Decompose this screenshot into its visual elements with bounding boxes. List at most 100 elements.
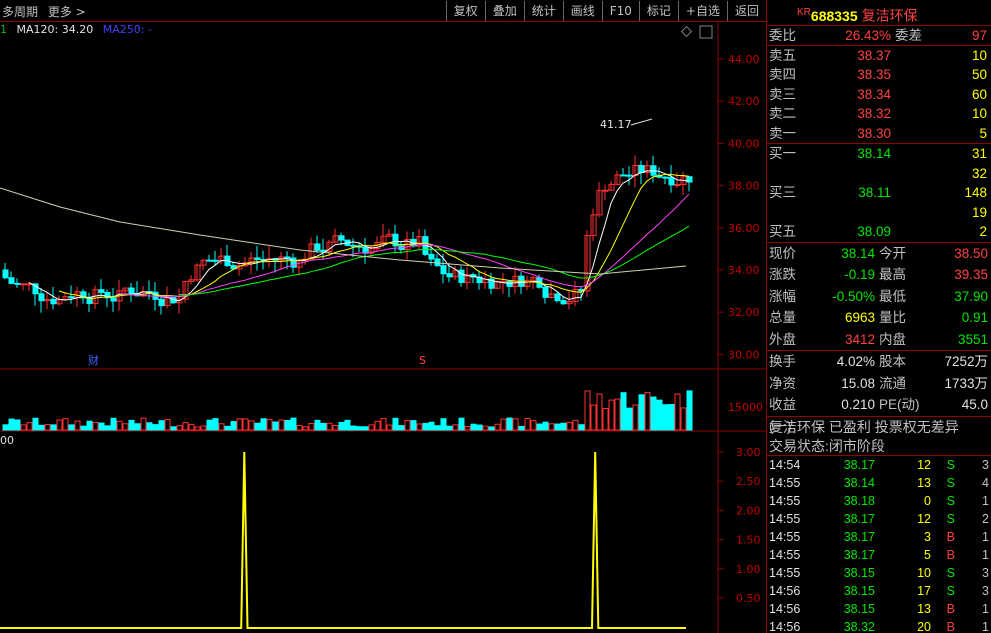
volume-bar — [326, 422, 333, 431]
period-menu[interactable]: 多周期 — [2, 5, 38, 19]
weibi-label: 委比 — [769, 28, 796, 43]
fund-value: 45.0 — [961, 397, 988, 412]
stat-value: 38.14 — [841, 245, 875, 261]
volume-bar — [320, 422, 327, 431]
ask-row[interactable]: 卖五 38.37 10 — [767, 46, 991, 66]
price-tick: 38.00 — [728, 180, 760, 193]
indicator-tick: 2.00 — [736, 504, 761, 517]
volume-bar — [644, 392, 651, 431]
diamond-icon[interactable] — [680, 25, 693, 38]
volume-bar — [530, 420, 537, 431]
ma-line — [178, 225, 690, 296]
f10-button[interactable]: F10 — [601, 1, 639, 21]
fund-label: PE(动) — [879, 397, 920, 412]
volume-bar — [62, 418, 69, 431]
volume-bar — [116, 420, 123, 431]
bid-label — [767, 164, 825, 184]
bid-label: 买三 — [769, 185, 796, 200]
weicha-value: 97 — [971, 28, 987, 43]
indicator-chart[interactable]: 00 3.00 2.50 2.00 1.50 1.00 0.50 — [0, 432, 766, 633]
candle-body — [284, 256, 291, 259]
bid-row[interactable]: 买一 38.14 31 — [767, 144, 991, 164]
volume-bar — [584, 390, 591, 431]
volume-bar — [686, 390, 693, 431]
ask-row[interactable]: 卖一 38.30 5 — [767, 124, 991, 144]
candle-body — [554, 293, 561, 302]
tick-side: S — [946, 511, 955, 526]
volume-bar — [74, 420, 81, 431]
ask-label: 卖四 — [769, 67, 796, 82]
volume-bar — [620, 392, 627, 431]
tick-row: 14:56 38.15 17 S 3 — [767, 582, 991, 600]
volume-bar — [248, 420, 255, 431]
tick-volume: 12 — [917, 511, 931, 526]
price-tick: 42.00 — [728, 95, 760, 108]
add-watchlist-button[interactable]: +自选 — [677, 1, 727, 21]
fund-label: 换手 — [769, 354, 796, 369]
tick-list[interactable]: 14:54 38.17 12 S 3 14:55 38.14 13 S 4 14:55 38.18 0 S… — [767, 456, 991, 633]
stats-button[interactable]: 统计 — [523, 1, 563, 21]
ask-row[interactable]: 卖三 38.34 60 — [767, 85, 991, 105]
candles — [2, 155, 693, 315]
stat-label: 内盘 — [879, 331, 906, 347]
tick-price: 38.15 — [843, 601, 875, 616]
overlay-button[interactable]: 叠加 — [484, 1, 524, 21]
candle-body — [446, 273, 453, 278]
tick-volume: 3 — [924, 529, 931, 544]
candlestick-chart[interactable]: 44.00 42.00 40.00 38.00 36.00 34.00 32.00 30.00… — [0, 22, 766, 370]
tick-row: 14:56 38.32 20 B 1 — [767, 618, 991, 633]
fund-value: 15.08 — [841, 375, 875, 391]
volume-bar — [536, 423, 543, 431]
volume-bar — [602, 408, 609, 431]
volume-bar — [446, 425, 453, 431]
mark-button[interactable]: 标记 — [638, 1, 678, 21]
volume-bar — [350, 425, 357, 431]
bid-row[interactable]: 32 — [767, 164, 991, 184]
bid-label: 买一 — [769, 146, 796, 161]
bid-price: 38.11 — [858, 185, 891, 200]
tick-price: 38.18 — [843, 493, 875, 508]
volume-chart[interactable]: 15000 — [0, 370, 766, 432]
volume-bar — [14, 419, 21, 431]
candle-body — [68, 296, 75, 299]
volume-bar — [2, 424, 9, 431]
ask-row[interactable]: 卖四 38.35 50 — [767, 65, 991, 85]
fund-label: 净资 — [769, 375, 796, 391]
bid-row[interactable]: 买三 38.11 148 — [767, 183, 991, 203]
volume-bar — [44, 423, 51, 431]
stat-row: 涨幅 -0.50% 最低 37.90 — [767, 286, 991, 308]
tick-row: 14:55 38.17 3 B 1 — [767, 528, 991, 546]
tick-row: 14:55 38.18 0 S 1 — [767, 492, 991, 510]
tick-count: 3 — [982, 583, 989, 598]
volume-bar — [578, 424, 585, 431]
price-tick: 44.00 — [728, 53, 760, 66]
volume-bar — [338, 421, 345, 431]
volume-bar — [386, 424, 393, 431]
ask-price: 38.35 — [857, 67, 891, 82]
volume-bar — [290, 417, 297, 431]
volume-bar — [128, 419, 135, 431]
candle-body — [14, 282, 21, 285]
candle-body — [98, 289, 105, 293]
fuquan-button[interactable]: 复权 — [445, 1, 485, 21]
volume-bar — [296, 424, 303, 431]
back-button[interactable]: 返回 — [726, 1, 766, 21]
bid-row[interactable]: 买五 38.09 2 — [767, 222, 991, 242]
volume-bar — [662, 404, 669, 431]
volume-bar — [56, 419, 63, 431]
draw-line-button[interactable]: 画线 — [562, 1, 602, 21]
volume-bar — [428, 421, 435, 431]
tick-count: 4 — [982, 475, 989, 490]
ask-volume: 10 — [971, 47, 987, 63]
more-menu[interactable]: 更多 > — [48, 5, 86, 19]
stat-label: 今开 — [879, 245, 906, 261]
window-toggle-icon[interactable] — [699, 25, 713, 39]
event-marker-s[interactable]: S — [419, 354, 426, 367]
bid-row[interactable]: 19 — [767, 203, 991, 223]
indicator-label: 00 — [0, 434, 14, 447]
ask-row[interactable]: 卖二 38.32 10 — [767, 104, 991, 124]
ask-price: 38.37 — [857, 47, 891, 63]
event-marker-finance[interactable]: 财 — [88, 353, 99, 367]
volume-bar — [404, 420, 411, 431]
volume-bar — [542, 421, 549, 431]
